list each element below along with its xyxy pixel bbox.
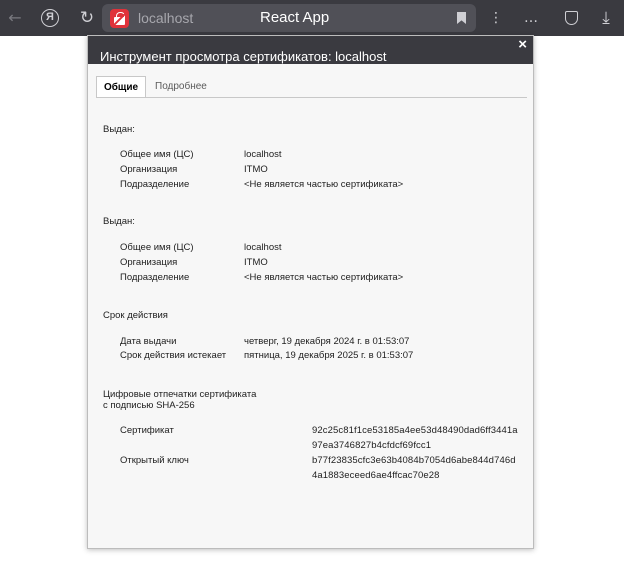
issued-to-cn-value: localhost bbox=[244, 149, 282, 160]
tab-divider bbox=[96, 97, 527, 98]
issued-by-unit-label: Подразделение bbox=[120, 272, 190, 283]
expiry-date-value: пятница, 19 декабря 2025 г. в 01:53:07 bbox=[244, 350, 414, 361]
issued-by-org-label: Организация bbox=[120, 257, 178, 268]
protect-shield-icon[interactable] bbox=[559, 6, 583, 30]
key-fingerprint-line2: 4a1883eceed6ae4ffcac70e28 bbox=[312, 470, 440, 481]
issued-by-unit-value: <Не является частью сертификата> bbox=[244, 272, 404, 283]
expiry-date-label: Срок действия истекает bbox=[120, 350, 227, 361]
address-bar[interactable]: localhost React App bbox=[102, 4, 476, 32]
key-fingerprint-label: Открытый ключ bbox=[120, 455, 189, 466]
menu-dots-icon[interactable]: … bbox=[519, 6, 543, 30]
issued-by-cn-value: localhost bbox=[244, 242, 282, 253]
issued-date-label: Дата выдачи bbox=[120, 336, 177, 347]
issued-by-cn-label: Общее имя (ЦС) bbox=[120, 242, 194, 253]
dialog-header: Инструмент просмотра сертификатов: local… bbox=[88, 36, 533, 64]
issued-to-org-value: ITMO bbox=[244, 164, 268, 175]
cert-fingerprint-line2: 97ea3746827b4cfdcf69fcc1 bbox=[312, 440, 432, 451]
yandex-logo-icon[interactable]: Я bbox=[38, 6, 62, 30]
close-icon[interactable]: × bbox=[518, 36, 527, 53]
dialog-title: Инструмент просмотра сертификатов: local… bbox=[100, 49, 387, 64]
insecure-lock-icon[interactable] bbox=[110, 9, 129, 28]
issued-to-org-label: Организация bbox=[120, 164, 178, 175]
reload-icon[interactable]: ↻ bbox=[75, 6, 99, 30]
certificate-viewer-dialog: Инструмент просмотра сертификатов: local… bbox=[87, 35, 534, 549]
vertical-more-icon[interactable]: ⋮ bbox=[484, 6, 508, 30]
back-arrow-icon[interactable]: ← bbox=[3, 6, 27, 30]
bookmark-icon[interactable] bbox=[457, 12, 466, 24]
fingerprints-subheading: с подписью SHA-256 bbox=[103, 400, 195, 411]
validity-heading: Срок действия bbox=[103, 310, 168, 321]
fingerprints-heading: Цифровые отпечатки сертификата bbox=[103, 389, 257, 400]
browser-toolbar: ← Я ↻ localhost React App ⋮ … ⤓ bbox=[0, 0, 624, 36]
key-fingerprint-line1: b77f23835cfc3e63b4084b7054d6abe844d746d bbox=[312, 455, 516, 466]
issued-to-heading: Выдан: bbox=[103, 124, 135, 135]
issued-date-value: четверг, 19 декабря 2024 г. в 01:53:07 bbox=[244, 336, 410, 347]
issued-by-org-value: ITMO bbox=[244, 257, 268, 268]
address-host: localhost bbox=[138, 10, 194, 26]
issued-to-cn-label: Общее имя (ЦС) bbox=[120, 149, 194, 160]
download-icon[interactable]: ⤓ bbox=[594, 6, 618, 30]
tab-general[interactable]: Общие bbox=[96, 76, 146, 98]
issued-by-heading: Выдан: bbox=[103, 216, 135, 227]
issued-to-unit-label: Подразделение bbox=[120, 179, 190, 190]
tab-details[interactable]: Подробнее bbox=[147, 76, 215, 98]
issued-to-unit-value: <Не является частью сертификата> bbox=[244, 179, 404, 190]
cert-fingerprint-label: Сертификат bbox=[120, 425, 174, 436]
cert-fingerprint-line1: 92c25c81f1ce53185a4ee53d48490dad6ff3441a bbox=[312, 425, 518, 436]
page-title: React App bbox=[260, 9, 330, 26]
